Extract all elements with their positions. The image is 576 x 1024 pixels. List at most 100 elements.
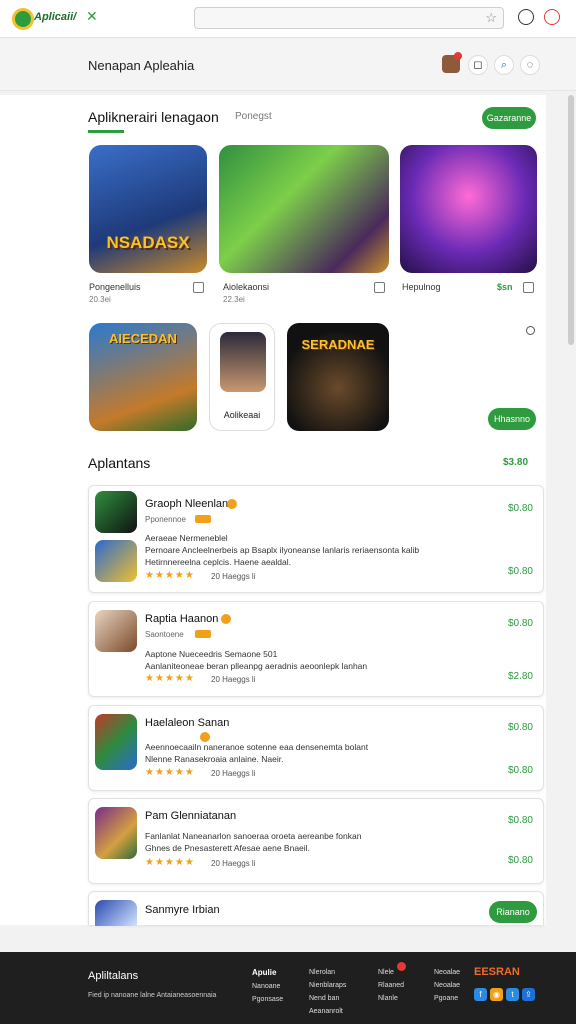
app-1-sub: Pponennoe — [145, 515, 186, 524]
tile-3-price: $sn — [497, 282, 513, 292]
coin-icon — [221, 614, 231, 624]
app-4-rating: 20 Haeggs li — [211, 859, 256, 868]
app-card-2[interactable]: Raptia Haanon Saontoene Aaptone Nueceedr… — [88, 601, 544, 697]
app-2-rating: 20 Haeggs li — [211, 675, 256, 684]
app-4-desc-1: Fanlanlat Naneanarlon sanoeraa oroeta ae… — [145, 831, 362, 841]
app-5-icon — [95, 900, 137, 926]
app-4-price-2[interactable]: $0.80 — [508, 855, 533, 866]
app-3-price-2[interactable]: $0.80 — [508, 765, 533, 776]
tile-2-caption: Aiolekaonsi — [223, 282, 270, 292]
tile-1-sub: 20.3ei — [89, 295, 111, 304]
app-2-icon — [95, 610, 137, 652]
address-bar[interactable]: ☆ — [194, 7, 504, 29]
footer-col-1: Apulie Nanoane Pgonsase — [252, 966, 283, 1006]
tile-1-art-text: NSADASX — [106, 233, 190, 252]
tile-3-download-icon[interactable] — [523, 282, 534, 293]
game-tile-6[interactable]: SERADNAE — [287, 323, 389, 431]
page-header: Nenapan Apleahia ◻ ⌕ ◌ — [0, 39, 576, 91]
featured-title: Apliknerairi lenagaon — [88, 109, 219, 125]
browser-toolbar: Aplicaii/ ✕ ☆ — [0, 0, 576, 38]
app-card-5[interactable]: Sanmyre Irbian Rianano — [88, 891, 544, 926]
app-1-badge — [195, 515, 211, 523]
footer-link[interactable]: Pgonsase — [252, 996, 283, 1003]
featured-tab-underline — [88, 130, 124, 133]
footer-col-1-head: Apulie — [252, 968, 277, 977]
game-tile-5[interactable]: Aolikeaai — [209, 323, 275, 431]
menu-icon[interactable]: ◌ — [520, 55, 540, 75]
app-card-3[interactable]: Haelaleon Sanan Aeennoecaailn naneranoe … — [88, 705, 544, 791]
footer-link[interactable]: Pgoane — [434, 995, 458, 1002]
tile-2-download-icon[interactable] — [374, 282, 385, 293]
footer-col-4: Neoalae Neoalae Pgoane — [434, 966, 460, 1005]
app-2-price-2[interactable]: $2.80 — [508, 671, 533, 682]
app-2-desc-1: Aaptone Nueceedris Semaone 501 — [145, 649, 278, 659]
footer-link[interactable]: Aeananrolt — [309, 1008, 343, 1015]
game-tile-4[interactable]: AIECEDAN — [89, 323, 197, 431]
app-2-price[interactable]: $0.80 — [508, 618, 533, 629]
app-2-desc-2: Aanlaniteoneae beran plleanpg aeradnis a… — [145, 661, 368, 671]
app-5-button[interactable]: Rianano — [489, 901, 537, 923]
footer-link[interactable]: Nend ban — [309, 995, 339, 1002]
featured-button[interactable]: Gazaranne — [482, 107, 536, 129]
game-tile-2[interactable] — [219, 145, 389, 273]
app-3-desc-2: Nlenne Ranasekroaia anlaine. Naeir. — [145, 754, 284, 764]
tile-4-art-text: AIECEDAN — [109, 331, 177, 346]
bell-icon[interactable]: ◻ — [468, 55, 488, 75]
app-1-price-2[interactable]: $0.80 — [508, 566, 533, 577]
footer-link[interactable]: Nlanle — [378, 995, 398, 1002]
app-3-stars: ★★★★★ — [145, 767, 195, 778]
app-1-rating: 20 Haeggs li — [211, 572, 256, 581]
app-1-stars: ★★★★★ — [145, 570, 195, 581]
logo-text: Aplicaii/ — [34, 11, 77, 23]
power-icon[interactable] — [544, 9, 560, 25]
footer-notification-badge — [397, 962, 406, 971]
app-3-price[interactable]: $0.80 — [508, 722, 533, 733]
app-2-name: Raptia Haanon — [145, 613, 219, 625]
app-card-1[interactable]: Graoph Nleenlan Pponennoe Aeraeae Nermen… — [88, 485, 544, 593]
footer-text: Fied ip nanoane lalne Antaianeasoennaia — [88, 992, 217, 999]
featured-more-button[interactable]: Hhasnno — [488, 408, 536, 430]
bookmark-star-icon[interactable]: ☆ — [485, 10, 497, 26]
game-tile-3[interactable] — [400, 145, 537, 273]
footer-col-4-head: Neoalae — [434, 969, 461, 976]
tile-6-art-text: SERADNAE — [301, 337, 375, 352]
footer-title: Apliltalans — [88, 970, 139, 982]
history-icon[interactable] — [518, 9, 534, 25]
tile-1-download-icon[interactable] — [193, 282, 204, 293]
footer-brand: EESRAN — [474, 966, 520, 978]
app-4-price[interactable]: $0.80 — [508, 815, 533, 826]
app-card-4[interactable]: Pam Glenniatanan Fanlanlat Naneanarlon s… — [88, 798, 544, 884]
app-4-stars: ★★★★★ — [145, 857, 195, 868]
footer-link[interactable]: Rlaaned — [378, 982, 404, 989]
rss-icon[interactable]: ◉ — [490, 988, 503, 1001]
twitter-icon[interactable]: t — [506, 988, 519, 1001]
carousel-dot-icon[interactable] — [526, 326, 535, 335]
share-icon[interactable]: ⇪ — [522, 988, 535, 1001]
coin-icon — [227, 499, 237, 509]
featured-subtitle[interactable]: Ponegst — [235, 111, 272, 122]
footer-col-3-head: Nlele — [378, 969, 394, 976]
footer-link[interactable]: Neoalae — [434, 982, 460, 989]
footer-link[interactable]: Nanoane — [252, 983, 280, 990]
footer-col-2-head: Nlerolan — [309, 969, 336, 976]
app-3-desc-1: Aeennoecaailn naneranoe sotenne eaa dens… — [145, 742, 369, 752]
app-3-icon — [95, 714, 137, 770]
app-3-rating: 20 Haeggs li — [211, 769, 256, 778]
app-1-price[interactable]: $0.80 — [508, 503, 533, 514]
scrollbar[interactable] — [568, 95, 574, 345]
search-icon[interactable]: ⌕ — [494, 55, 514, 75]
footer-col-3: Nlele Rlaaned Nlanle — [378, 966, 404, 1005]
footer-col-2: Nlerolan Nienblaraps Nend ban Aeananrolt — [309, 966, 346, 1018]
close-tab-icon[interactable]: ✕ — [86, 8, 98, 25]
app-logo[interactable] — [12, 8, 34, 30]
tile-2-sub: 22.3ei — [223, 295, 245, 304]
facebook-icon[interactable]: f — [474, 988, 487, 1001]
app-1-name: Graoph Nleenlan — [145, 498, 229, 510]
app-1-desc-3: Hetirnnereelna ceplcis. Haene aealdal. — [145, 557, 292, 567]
apps-total: $3.80 — [503, 457, 529, 468]
footer-link[interactable]: Nienblaraps — [309, 982, 346, 989]
app-2-stars: ★★★★★ — [145, 673, 195, 684]
game-tile-1[interactable]: NSADASX — [89, 145, 207, 273]
tile-5-caption: Aolikeaai — [223, 410, 261, 420]
apps-title: Aplantans — [88, 455, 151, 471]
